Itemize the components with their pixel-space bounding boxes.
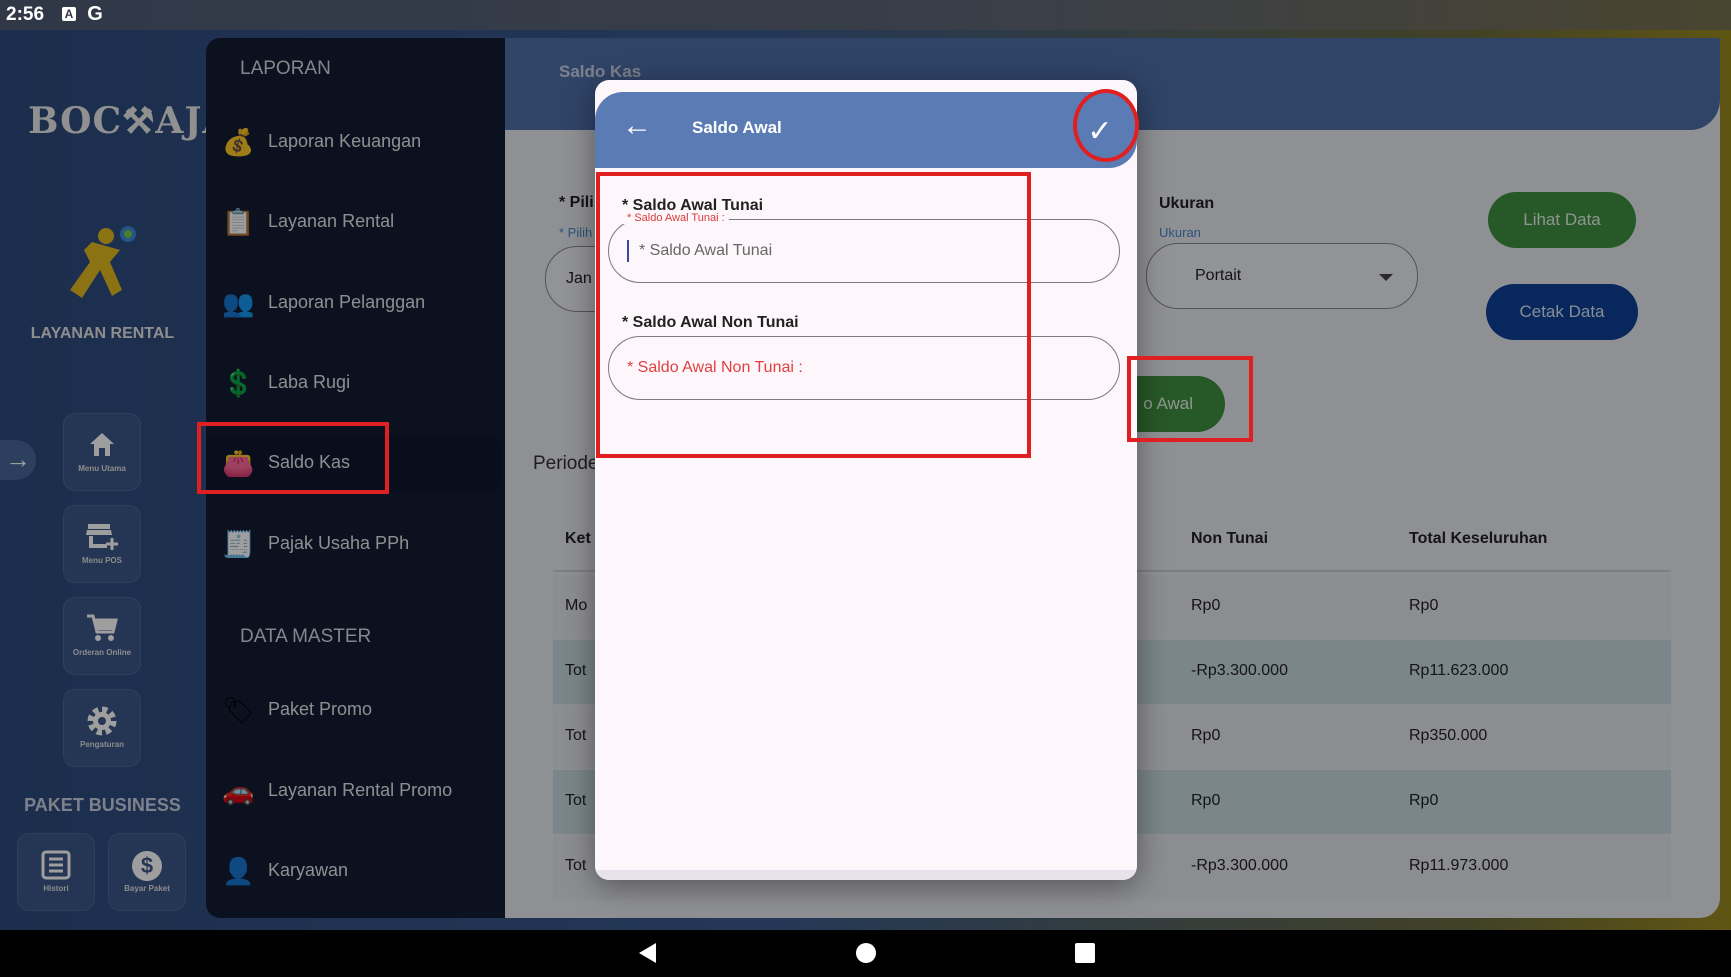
google-icon: G <box>87 3 103 25</box>
navigation-bar <box>0 930 1731 977</box>
dialog-title: Saldo Awal <box>692 118 782 137</box>
recents-nav-icon[interactable] <box>1074 941 1096 970</box>
home-nav-icon[interactable] <box>855 941 877 970</box>
annotation-box-saldo-kas <box>197 422 389 494</box>
annotation-box-saldo-awal-button <box>1127 356 1253 442</box>
a-icon: A <box>62 7 76 21</box>
dialog-header: ← Saldo Awal ✓ <box>595 92 1137 168</box>
annotation-circle-confirm <box>1073 89 1139 162</box>
back-nav-icon[interactable] <box>636 941 658 970</box>
status-time: 2:56 <box>6 4 45 25</box>
dialog-bottom-bar <box>595 870 1137 880</box>
status-bar: 2:56 A G <box>0 0 1731 30</box>
back-arrow-icon[interactable]: ← <box>621 110 653 142</box>
annotation-box-input-fields <box>596 172 1031 458</box>
